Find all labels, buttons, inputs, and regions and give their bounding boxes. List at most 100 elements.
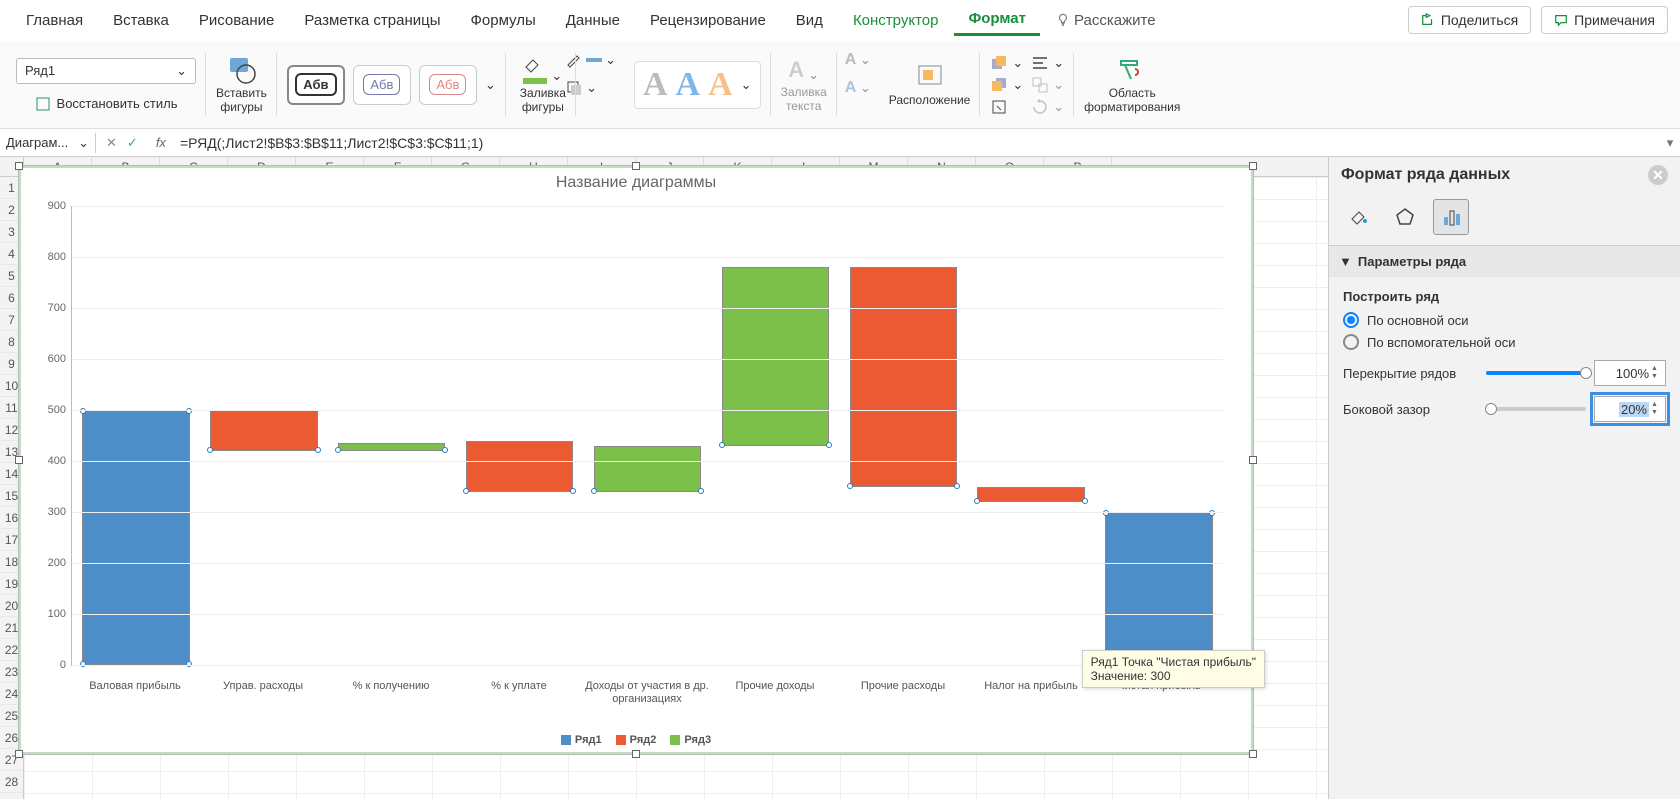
tab-data[interactable]: Данные <box>552 6 634 35</box>
send-backward-button[interactable]: ⌄ <box>990 76 1023 94</box>
share-label: Поделиться <box>1441 12 1518 28</box>
bar-segment[interactable] <box>210 450 317 451</box>
bar-segment[interactable] <box>977 487 1084 502</box>
pane-tab-series[interactable] <box>1433 199 1469 235</box>
bar-segment[interactable] <box>210 410 317 451</box>
group-button[interactable]: ⌄ <box>1031 76 1064 94</box>
bar-segment[interactable] <box>466 491 573 492</box>
tab-insert[interactable]: Вставка <box>99 6 183 35</box>
bar-segment[interactable] <box>722 267 829 446</box>
fx-icon[interactable]: fx <box>148 135 174 150</box>
tab-view[interactable]: Вид <box>782 6 837 35</box>
worksheet[interactable]: ABCDEFGHIJKLMNOP 12345678910111213141516… <box>0 157 1328 799</box>
text-fill-button[interactable]: A⌄ <box>788 57 819 83</box>
expand-formula-icon[interactable]: ▾ <box>1660 135 1680 151</box>
tab-formulas[interactable]: Формулы <box>456 6 549 35</box>
legend[interactable]: Ряд1 Ряд2 Ряд3 <box>19 734 1253 746</box>
chart-element-selector[interactable]: Ряд1 ⌄ <box>16 58 196 84</box>
tab-layout[interactable]: Разметка страницы <box>290 6 454 35</box>
legend-item[interactable]: Ряд3 <box>670 734 711 746</box>
chevron-down-icon[interactable]: ⌄ <box>551 68 562 84</box>
resize-handle[interactable] <box>1249 162 1257 170</box>
restore-style-button[interactable]: Восстановить стиль <box>35 96 178 112</box>
tab-review[interactable]: Рецензирование <box>636 6 780 35</box>
tab-format[interactable]: Формат <box>954 4 1040 36</box>
resize-handle[interactable] <box>632 750 640 758</box>
wordart-style-1[interactable]: A <box>643 66 668 104</box>
text-outline-button[interactable]: A ⌄ <box>845 51 871 69</box>
chevron-down-icon[interactable]: ⌄ <box>741 77 752 93</box>
gap-input[interactable]: 20% ▲▼ <box>1594 396 1666 422</box>
selection-pane-button[interactable] <box>990 98 1023 116</box>
resize-handle[interactable] <box>1249 750 1257 758</box>
formula-input[interactable]: =РЯД(;Лист2!$B$3:$B$11;Лист2!$C$3:$C$11;… <box>174 135 1660 151</box>
gap-slider[interactable] <box>1486 407 1586 411</box>
overlap-input[interactable]: 100% ▲▼ <box>1594 360 1666 386</box>
bar-segment[interactable] <box>594 446 701 492</box>
chart-title[interactable]: Название диаграммы <box>19 166 1253 200</box>
comments-button[interactable]: Примечания <box>1541 6 1668 34</box>
y-tick: 500 <box>32 404 66 416</box>
shape-outline-button[interactable]: ⌄ <box>565 51 616 69</box>
section-toggle[interactable]: ▼ Параметры ряда <box>1329 246 1680 277</box>
wordart-gallery[interactable]: A A A ⌄ <box>634 61 761 109</box>
tab-designer[interactable]: Конструктор <box>839 6 953 35</box>
legend-item[interactable]: Ряд1 <box>561 734 602 746</box>
pane-tab-fill[interactable] <box>1341 199 1377 235</box>
bar-segment[interactable] <box>1105 512 1212 665</box>
plot-area[interactable]: 0100200300400500600700800900 <box>71 206 1223 666</box>
bar-chart-icon <box>1441 207 1461 227</box>
pane-tab-effects[interactable] <box>1387 199 1423 235</box>
placement-label: Расположение <box>889 94 971 107</box>
gallery-more-icon[interactable]: ⌄ <box>485 77 496 93</box>
secondary-axis-radio[interactable]: По вспомогательной оси <box>1343 334 1666 350</box>
radio-off-icon <box>1343 334 1359 350</box>
insert-shapes-button[interactable]: Вставить фигуры <box>216 55 267 113</box>
rotate-button[interactable]: ⌄ <box>1031 98 1064 116</box>
bar-segment[interactable] <box>338 450 445 451</box>
bar-segment[interactable] <box>850 486 957 487</box>
shape-style-3[interactable]: Абв <box>419 65 477 105</box>
wordart-style-2[interactable]: A <box>676 66 701 104</box>
overlap-slider[interactable] <box>1486 371 1586 375</box>
bring-forward-button[interactable]: ⌄ <box>990 54 1023 72</box>
bar-segment[interactable] <box>466 441 573 492</box>
align-button[interactable]: ⌄ <box>1031 54 1064 72</box>
shape-style-1[interactable]: Абв <box>287 65 345 105</box>
resize-handle[interactable] <box>15 456 23 464</box>
format-pane-button[interactable]: Область форматирования <box>1084 55 1180 113</box>
resize-handle[interactable] <box>15 162 23 170</box>
x-axis-labels: Валовая прибыльУправ. расходы% к получен… <box>71 680 1223 706</box>
share-icon <box>1421 13 1435 27</box>
arrange-placement-button[interactable]: Расположение <box>889 62 971 107</box>
tab-tell-me[interactable]: Расскажите <box>1042 6 1170 35</box>
bar-segment[interactable] <box>850 267 957 486</box>
accept-formula-icon[interactable]: ✓ <box>127 135 138 151</box>
resize-handle[interactable] <box>1249 456 1257 464</box>
wordart-style-3[interactable]: A <box>708 66 733 104</box>
name-box[interactable]: Диаграм...⌄ <box>0 133 96 153</box>
chart-object[interactable]: Название диаграммы 010020030040050060070… <box>18 165 1254 755</box>
primary-axis-radio[interactable]: По основной оси <box>1343 312 1666 328</box>
legend-item[interactable]: Ряд2 <box>616 734 657 746</box>
shape-effects-button[interactable]: ⌄ <box>565 79 616 97</box>
bar-segment[interactable] <box>82 410 189 665</box>
spinner-icon[interactable]: ▲▼ <box>1651 397 1663 421</box>
row-header[interactable]: 28 <box>0 771 23 793</box>
row-header[interactable]: 29 <box>0 793 23 799</box>
bar-column <box>967 206 1095 665</box>
bar-segment[interactable] <box>977 501 1084 502</box>
share-button[interactable]: Поделиться <box>1408 6 1531 34</box>
text-effects-button[interactable]: A ⌄ <box>845 79 871 97</box>
bar-segment[interactable] <box>594 491 701 492</box>
tab-draw[interactable]: Рисование <box>185 6 289 35</box>
cancel-formula-icon[interactable]: ✕ <box>106 135 117 151</box>
spinner-icon[interactable]: ▲▼ <box>1651 361 1663 385</box>
close-pane-button[interactable]: ✕ <box>1648 165 1668 185</box>
resize-handle[interactable] <box>632 162 640 170</box>
shape-fill-button[interactable]: ⌄ <box>523 55 562 84</box>
shape-style-2[interactable]: Абв <box>353 65 411 105</box>
bar-segment[interactable] <box>722 445 829 446</box>
resize-handle[interactable] <box>15 750 23 758</box>
tab-home[interactable]: Главная <box>12 6 97 35</box>
